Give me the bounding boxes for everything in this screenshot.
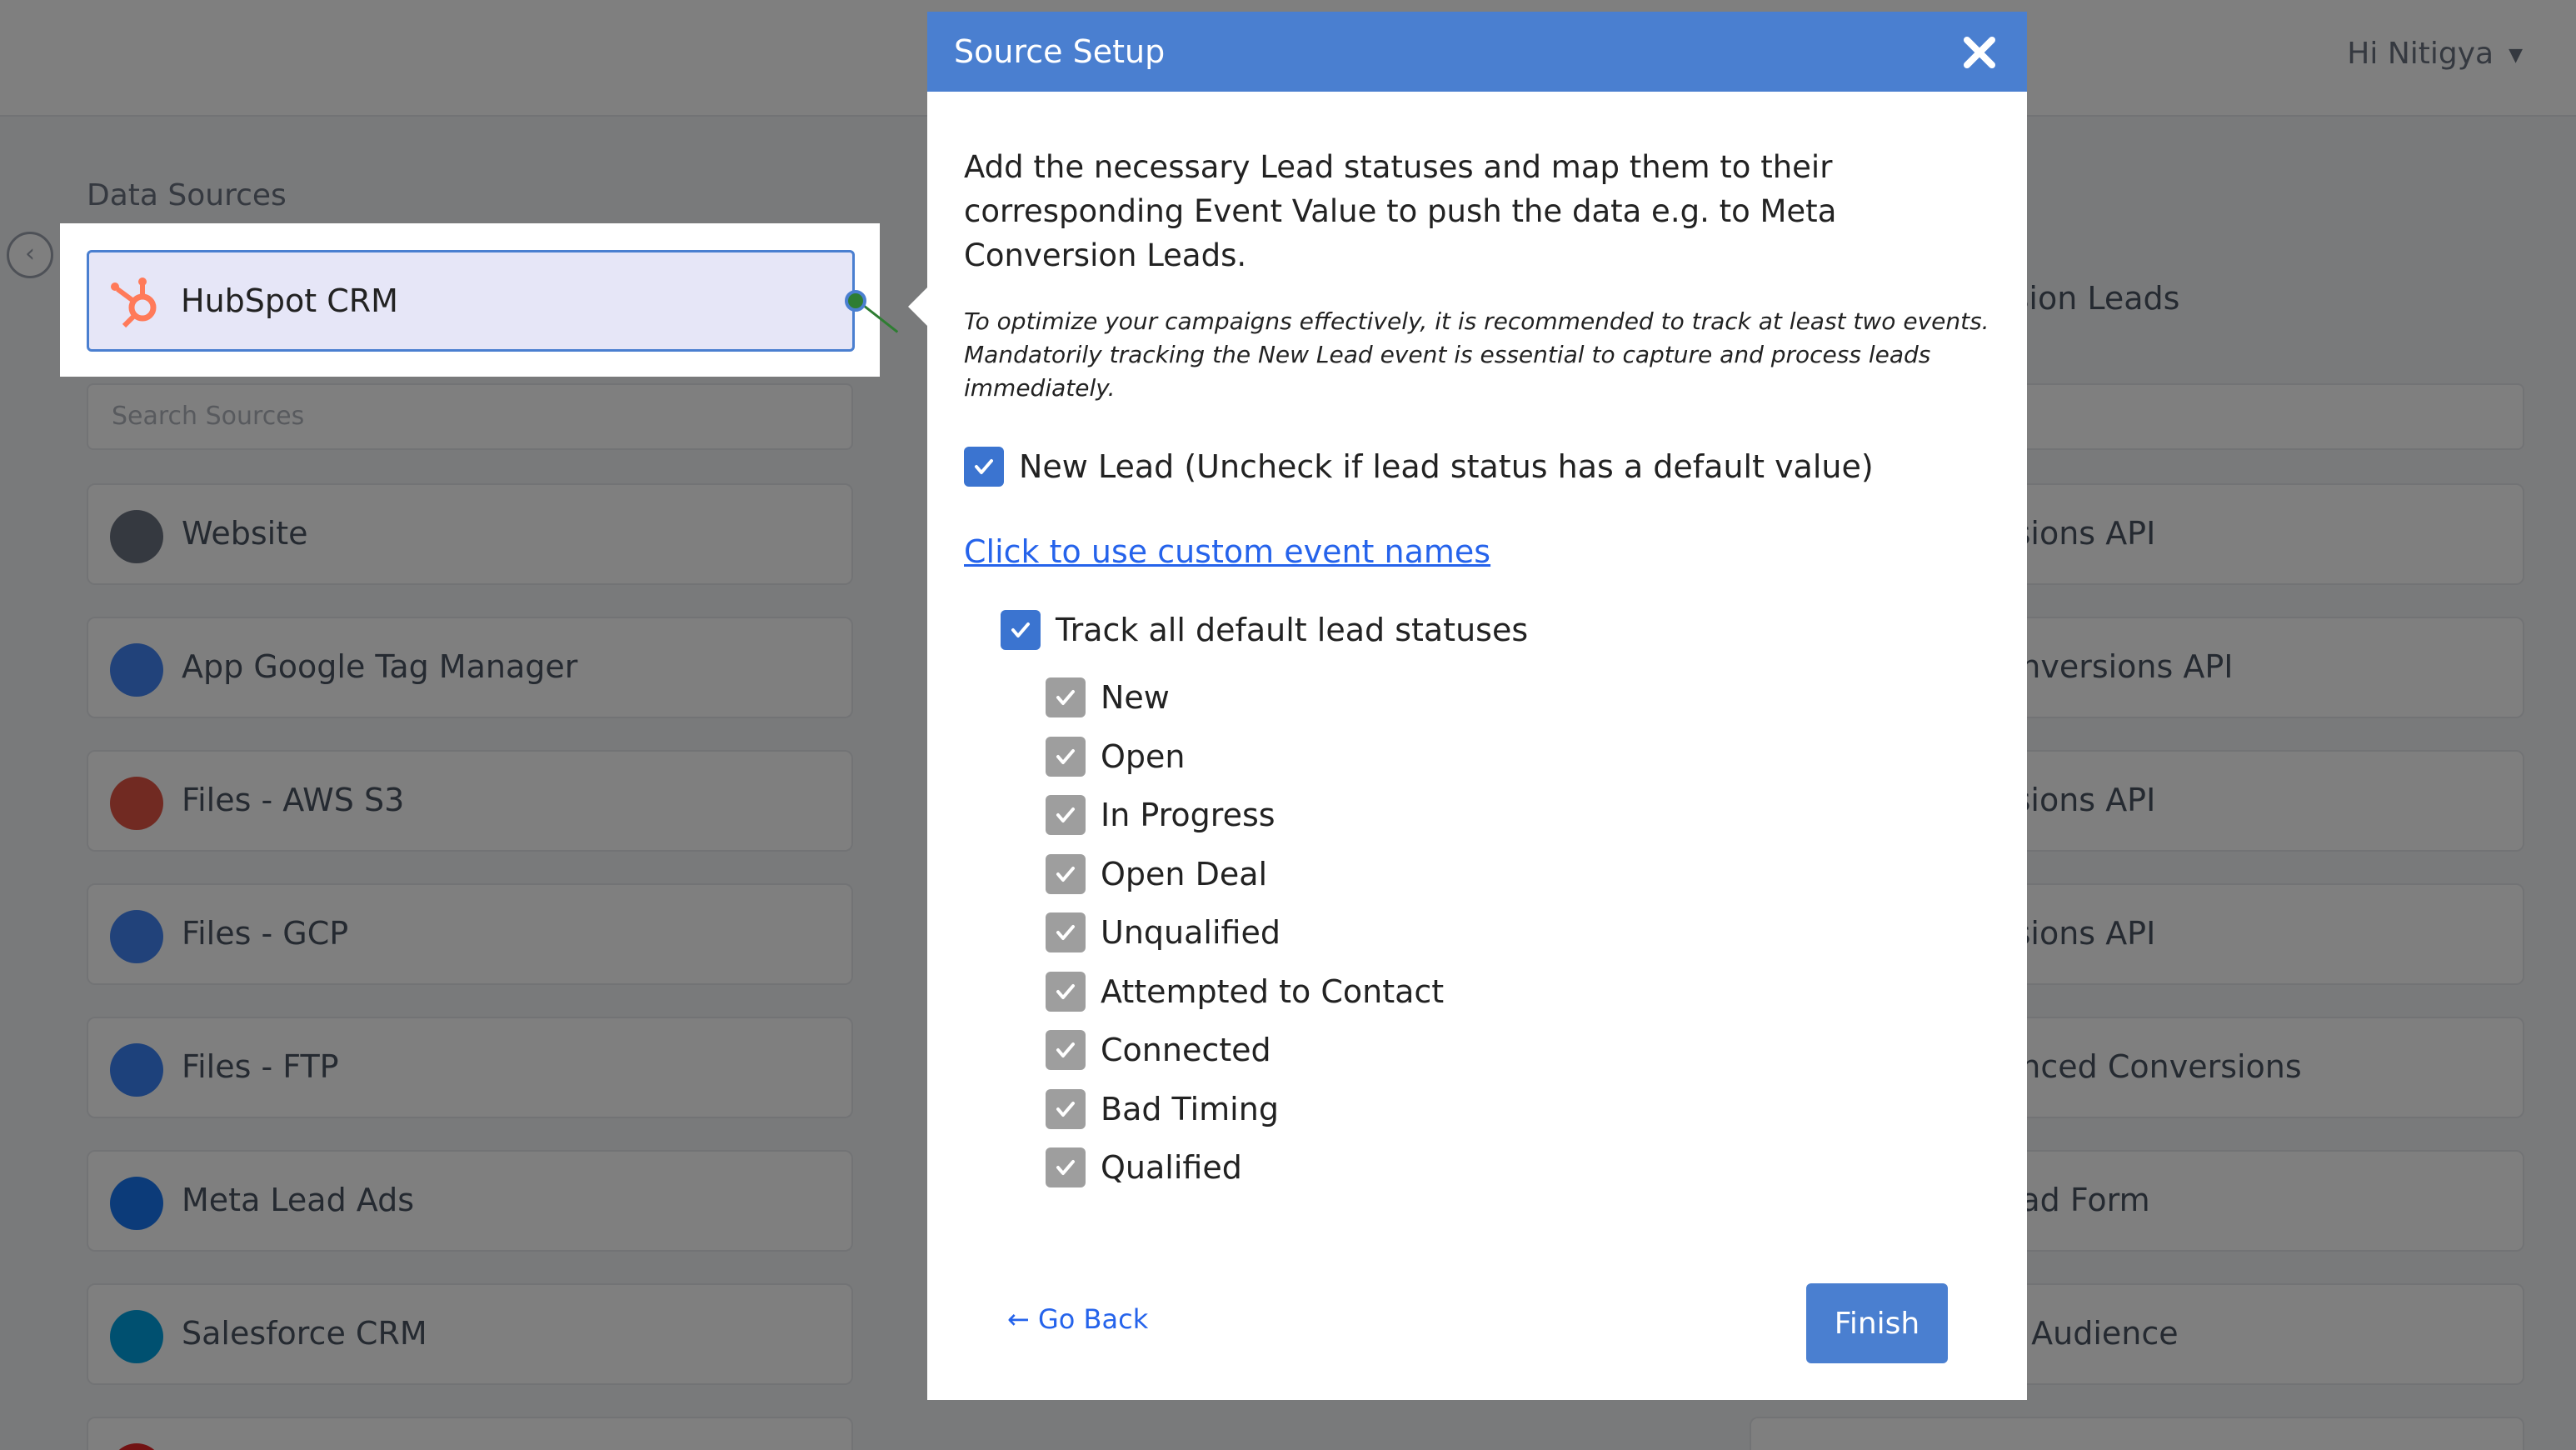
go-back-link[interactable]: ← Go Back — [1007, 1303, 1148, 1335]
check-icon — [1056, 983, 1075, 999]
check-icon — [1056, 1101, 1075, 1117]
lead-status-checkbox[interactable] — [1046, 1148, 1086, 1188]
source-setup-modal: Source Setup Add the necessary Lead stat… — [927, 12, 2027, 1400]
lead-status-option[interactable]: Open Deal — [1046, 845, 1444, 904]
lead-status-label: Unqualified — [1101, 914, 1281, 952]
finish-button[interactable]: Finish — [1806, 1283, 1948, 1363]
lead-status-label: New — [1101, 679, 1170, 717]
check-icon — [1056, 866, 1075, 882]
lead-status-option[interactable]: Attempted to Contact — [1046, 962, 1444, 1022]
track-all-checkbox[interactable] — [1001, 610, 1041, 650]
modal-title: Source Setup — [954, 33, 1166, 70]
go-back-label: Go Back — [1037, 1303, 1149, 1335]
check-icon — [1056, 808, 1075, 823]
check-icon — [1056, 1042, 1075, 1058]
lead-status-label: Open Deal — [1101, 855, 1268, 892]
hubspot-icon — [107, 272, 166, 334]
modal-pointer — [908, 287, 928, 327]
lead-status-checkbox[interactable] — [1046, 912, 1086, 953]
lead-status-option[interactable]: Open — [1046, 728, 1444, 787]
lead-status-option[interactable]: Connected — [1046, 1021, 1444, 1080]
intro-text: Add the necessary Lead statuses and map … — [964, 149, 1837, 273]
selected-source-label: HubSpot CRM — [181, 282, 398, 319]
lead-status-label: Attempted to Contact — [1101, 972, 1445, 1010]
lead-status-label: Open — [1101, 738, 1186, 775]
check-icon — [1056, 690, 1075, 706]
lead-status-label: In Progress — [1101, 797, 1276, 834]
check-icon — [975, 459, 993, 474]
lead-status-checkbox[interactable] — [1046, 736, 1086, 777]
check-icon — [1056, 748, 1075, 764]
lead-status-option[interactable]: Bad Timing — [1046, 1080, 1444, 1139]
lead-status-option[interactable]: New — [1046, 668, 1444, 728]
check-icon — [1056, 1160, 1075, 1176]
lead-status-checkbox[interactable] — [1046, 1030, 1086, 1071]
lead-status-label: Bad Timing — [1101, 1090, 1279, 1128]
lead-status-option[interactable]: Qualified — [1046, 1138, 1444, 1198]
lead-status-checkbox[interactable] — [1046, 971, 1086, 1012]
lead-status-checkbox[interactable] — [1046, 678, 1086, 718]
track-all-option[interactable]: Track all default lead statuses — [1001, 610, 1528, 650]
selected-source-hubspot[interactable]: HubSpot CRM — [87, 250, 855, 352]
lead-status-list: New Open In Progress Open Deal Unqualified At… — [1046, 668, 1444, 1198]
new-lead-label: New Lead (Uncheck if lead status has a d… — [1019, 448, 1874, 485]
lead-status-label: Connected — [1101, 1032, 1271, 1069]
check-icon — [1011, 622, 1030, 638]
close-icon — [1964, 37, 1995, 68]
track-all-label: Track all default lead statuses — [1056, 612, 1529, 648]
lead-status-option[interactable]: In Progress — [1046, 786, 1444, 845]
close-button[interactable] — [1960, 33, 1999, 72]
check-icon — [1056, 925, 1075, 941]
lead-status-checkbox[interactable] — [1046, 1088, 1086, 1129]
lead-status-label: Qualified — [1101, 1149, 1242, 1187]
recommendation-note: To optimize your campaigns effectively, … — [964, 308, 1989, 402]
new-lead-checkbox[interactable] — [964, 447, 1004, 487]
arrow-left-icon: ← — [1007, 1303, 1038, 1335]
modal-header: Source Setup — [927, 12, 2027, 92]
lead-status-checkbox[interactable] — [1046, 853, 1086, 894]
new-lead-option[interactable]: New Lead (Uncheck if lead status has a d… — [964, 447, 1874, 487]
connector-handle[interactable] — [845, 290, 866, 312]
lead-status-checkbox[interactable] — [1046, 795, 1086, 836]
custom-event-names-link[interactable]: Click to use custom event names — [964, 533, 1490, 570]
lead-status-option[interactable]: Unqualified — [1046, 903, 1444, 962]
